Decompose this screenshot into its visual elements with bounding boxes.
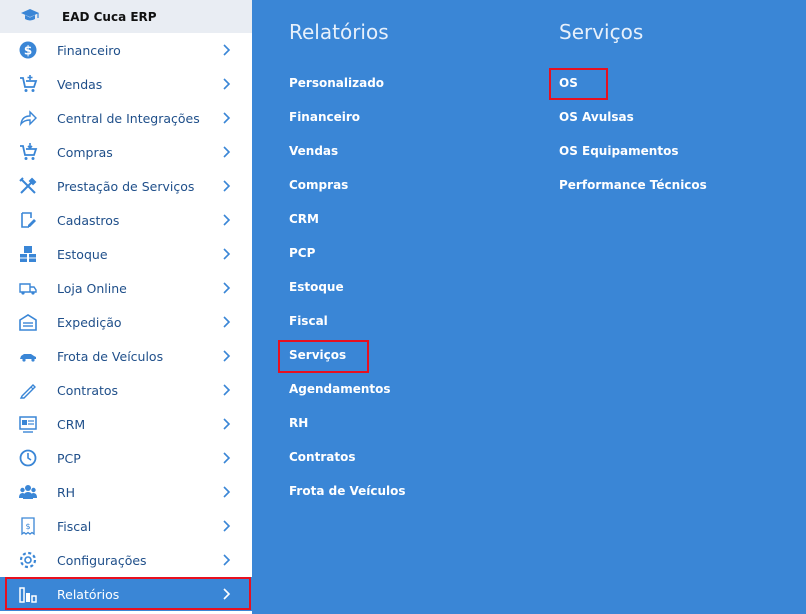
svg-text:$: $ — [25, 522, 30, 531]
relatorios-link[interactable]: Personalizado — [289, 72, 406, 106]
servicos-links: OS OS Avulsas OS Equipamentos Performance T… — [559, 72, 707, 208]
sidebar-item-label: Prestação de Serviços — [57, 178, 195, 194]
relatorios-link[interactable]: Estoque — [289, 276, 406, 310]
chevron-right-icon — [220, 350, 232, 362]
chevron-right-icon — [220, 180, 232, 192]
id-card-icon — [18, 414, 38, 434]
sidebar-item-vendas[interactable]: Vendas — [0, 67, 252, 101]
servicos-link[interactable]: OS Equipamentos — [559, 140, 707, 174]
brand-label: EAD Cuca ERP — [62, 9, 157, 24]
sidebar-item-expedicao[interactable]: Expedição — [0, 305, 252, 339]
sidebar-item-compras[interactable]: Compras — [0, 135, 252, 169]
sidebar-item-cadastros[interactable]: Cadastros — [0, 203, 252, 237]
sidebar-item-loja-online[interactable]: Loja Online — [0, 271, 252, 305]
chevron-right-icon — [220, 112, 232, 124]
sidebar-item-frota-de-veiculos[interactable]: Frota de Veículos — [0, 339, 252, 373]
car-icon — [18, 346, 38, 366]
chevron-right-icon — [220, 588, 232, 600]
sidebar-item-relatorios[interactable]: Relatórios — [0, 577, 252, 611]
chevron-right-icon — [220, 146, 232, 158]
users-icon — [18, 482, 38, 502]
chevron-right-icon — [220, 418, 232, 430]
relatorios-link[interactable]: CRM — [289, 208, 406, 242]
delivery-truck-icon — [18, 278, 38, 298]
sidebar-item-estoque[interactable]: Estoque — [0, 237, 252, 271]
sidebar-item-rh[interactable]: RH — [0, 475, 252, 509]
sidebar-item-fiscal[interactable]: $ Fiscal — [0, 509, 252, 543]
clock-icon — [18, 448, 38, 468]
sidebar: EAD Cuca ERP $ Financeiro Vendas Central de… — [0, 0, 252, 614]
brand-header[interactable]: EAD Cuca ERP — [0, 0, 252, 33]
sidebar-menu: $ Financeiro Vendas Central de Integrações C… — [0, 33, 252, 611]
chevron-right-icon — [220, 452, 232, 464]
servicos-link[interactable]: OS Avulsas — [559, 106, 707, 140]
boxes-icon — [18, 244, 38, 264]
relatorios-link[interactable]: Agendamentos — [289, 378, 406, 412]
receipt-icon: $ — [18, 516, 38, 536]
cart-down-icon — [18, 142, 38, 162]
servicos-link[interactable]: OS — [559, 72, 707, 106]
sidebar-item-central-de-integracoes[interactable]: Central de Integrações — [0, 101, 252, 135]
sidebar-item-label: Compras — [57, 144, 113, 160]
tools-icon — [18, 176, 38, 196]
sidebar-item-label: Expedição — [57, 314, 122, 330]
sidebar-item-label: Frota de Veículos — [57, 348, 164, 364]
relatorios-link[interactable]: Vendas — [289, 140, 406, 174]
chevron-right-icon — [220, 44, 232, 56]
column-title-servicos: Serviços — [559, 20, 644, 44]
relatorios-link[interactable]: Financeiro — [289, 106, 406, 140]
sidebar-item-contratos[interactable]: Contratos — [0, 373, 252, 407]
edit-icon — [18, 210, 38, 230]
sidebar-item-financeiro[interactable]: $ Financeiro — [0, 33, 252, 67]
sidebar-item-label: Relatórios — [57, 586, 120, 602]
share-arrow-icon — [18, 108, 38, 128]
graduation-cap-icon — [20, 7, 40, 27]
sidebar-item-label: Fiscal — [57, 518, 92, 534]
sidebar-item-pcp[interactable]: PCP — [0, 441, 252, 475]
chevron-right-icon — [220, 78, 232, 90]
cart-add-icon — [18, 74, 38, 94]
relatorios-link[interactable]: Fiscal — [289, 310, 406, 344]
relatorios-link[interactable]: Serviços — [289, 344, 406, 378]
sidebar-item-label: PCP — [57, 450, 81, 466]
sidebar-item-prestacao-de-servicos[interactable]: Prestação de Serviços — [0, 169, 252, 203]
svg-text:$: $ — [24, 44, 32, 58]
relatorios-link[interactable]: Contratos — [289, 446, 406, 480]
sidebar-item-label: Estoque — [57, 246, 108, 262]
sidebar-item-label: Central de Integrações — [57, 110, 200, 126]
chevron-right-icon — [220, 520, 232, 532]
sidebar-item-label: Configurações — [57, 552, 147, 568]
column-title-relatorios: Relatórios — [289, 20, 389, 44]
chevron-right-icon — [220, 316, 232, 328]
relatorios-link[interactable]: Compras — [289, 174, 406, 208]
relatorios-link[interactable]: Frota de Veículos — [289, 480, 406, 514]
sidebar-item-label: CRM — [57, 416, 86, 432]
chevron-right-icon — [220, 248, 232, 260]
relatorios-link[interactable]: RH — [289, 412, 406, 446]
chevron-right-icon — [220, 554, 232, 566]
sidebar-item-label: RH — [57, 484, 76, 500]
chevron-right-icon — [220, 214, 232, 226]
gear-icon — [18, 550, 38, 570]
chevron-right-icon — [220, 486, 232, 498]
warehouse-icon — [18, 312, 38, 332]
sidebar-item-label: Vendas — [57, 76, 103, 92]
chevron-right-icon — [220, 282, 232, 294]
chevron-right-icon — [220, 384, 232, 396]
sidebar-item-label: Contratos — [57, 382, 119, 398]
sidebar-item-configuracoes[interactable]: Configurações — [0, 543, 252, 577]
dollar-icon: $ — [18, 40, 38, 60]
bar-chart-icon — [18, 584, 38, 604]
relatorios-links: Personalizado Financeiro Vendas Compras CRM P… — [289, 72, 406, 514]
sidebar-item-label: Financeiro — [57, 42, 121, 58]
relatorios-link[interactable]: PCP — [289, 242, 406, 276]
sidebar-item-label: Cadastros — [57, 212, 120, 228]
sidebar-item-label: Loja Online — [57, 280, 127, 296]
sidebar-item-crm[interactable]: CRM — [0, 407, 252, 441]
servicos-link[interactable]: Performance Técnicos — [559, 174, 707, 208]
pen-icon — [18, 380, 38, 400]
